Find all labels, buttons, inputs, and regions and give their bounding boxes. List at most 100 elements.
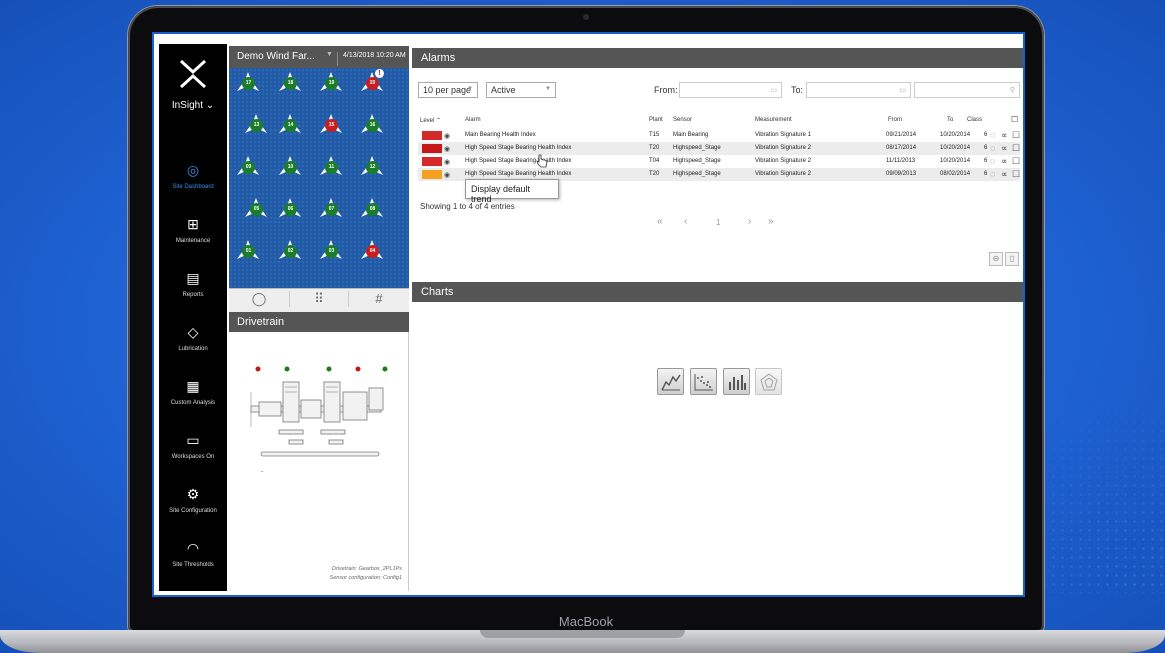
- row-checkbox[interactable]: ☐: [1012, 156, 1020, 167]
- column-level[interactable]: Level ⌃: [420, 117, 441, 124]
- trash-icon[interactable]: ▯: [1005, 252, 1019, 266]
- nav-item-site-configuration[interactable]: ⚙ Site Configuration: [159, 486, 227, 514]
- nav-item-site-dashboard[interactable]: ◎ Site Dashboard: [159, 162, 227, 190]
- comment-icon[interactable]: ◌: [990, 130, 995, 140]
- turbine-marker[interactable]: 20!: [361, 69, 384, 94]
- page-number-1[interactable]: 1: [716, 218, 720, 227]
- turbine-marker[interactable]: 18: [279, 72, 301, 94]
- column-from[interactable]: From: [888, 117, 902, 123]
- page-first-button[interactable]: «: [657, 216, 663, 227]
- calendar-icon[interactable]: ▭: [770, 86, 777, 94]
- from-date-input[interactable]: ▭: [679, 82, 782, 98]
- table-row[interactable]: ◉ Main Bearing Health Index T15 Main Bearin…: [418, 129, 1020, 142]
- turbine-marker[interactable]: 09: [237, 156, 259, 178]
- grid-dots-view-button[interactable]: ⠿: [289, 291, 349, 307]
- nav-item-reports[interactable]: ▤ Reports: [159, 270, 227, 298]
- nav-item-custom-analysis[interactable]: ▦ Custom Analysis: [159, 378, 227, 406]
- column-to[interactable]: To: [947, 117, 953, 123]
- turbine-marker[interactable]: 12: [361, 156, 383, 178]
- drivetrain-title: Drivetrain: [237, 316, 285, 328]
- eye-icon[interactable]: ◉: [444, 145, 450, 153]
- row-checkbox[interactable]: ☐: [1012, 143, 1020, 154]
- eye-icon[interactable]: ◉: [444, 158, 450, 166]
- eye-icon[interactable]: ◉: [444, 132, 450, 140]
- turbine-marker[interactable]: 06: [279, 198, 301, 220]
- turbine-marker[interactable]: 11: [320, 156, 342, 178]
- comment-icon[interactable]: ◌: [990, 143, 995, 153]
- site-name-select[interactable]: Demo Wind Far...: [237, 51, 315, 62]
- share-icon[interactable]: ∝: [1001, 130, 1007, 141]
- status-filter-value: Active: [491, 85, 516, 95]
- comment-icon[interactable]: ◌: [990, 169, 995, 179]
- line-chart-icon[interactable]: [657, 368, 684, 395]
- turbine-marker[interactable]: 05: [245, 198, 267, 220]
- nav-item-site-thresholds[interactable]: ◠ Site Thresholds: [159, 540, 227, 568]
- cell-measurement: Vibration Signature 1: [755, 132, 811, 138]
- turbine-marker[interactable]: 04: [361, 240, 383, 262]
- column-alarm[interactable]: Alarm: [465, 117, 481, 123]
- column-sensor[interactable]: Sensor: [673, 117, 692, 123]
- app-name-menu[interactable]: InSight ⌄: [159, 100, 227, 111]
- turbine-marker[interactable]: 13: [245, 114, 267, 136]
- turbine-id: 12: [366, 161, 379, 174]
- turbine-marker[interactable]: 02: [279, 240, 301, 262]
- share-icon[interactable]: ∝: [1001, 143, 1007, 154]
- eye-icon[interactable]: ◉: [444, 171, 450, 179]
- share-icon[interactable]: ∝: [1001, 169, 1007, 180]
- circle-view-button[interactable]: ◯: [229, 291, 289, 307]
- cell-plant: T15: [649, 132, 660, 138]
- gear-icon: ⚙: [186, 486, 200, 502]
- turbine-marker[interactable]: 10: [279, 156, 301, 178]
- turbine-marker[interactable]: 14: [279, 114, 301, 136]
- alarm-level-badge: [422, 157, 442, 166]
- side-nav: InSight ⌄ ◎ Site Dashboard ⊞ Maintenance ▤ Re…: [159, 44, 227, 591]
- page-last-button[interactable]: »: [768, 216, 774, 227]
- search-icon[interactable]: ⚲: [1010, 86, 1015, 94]
- turbine-id: 20: [366, 77, 379, 90]
- turbine-marker[interactable]: 17: [237, 72, 259, 94]
- cell-sensor: Highspeed_Stage: [673, 158, 721, 164]
- cell-from: 11/11/2013: [886, 158, 916, 164]
- site-panel: Demo Wind Far... ▼ 4/13/2018 10:20 AM 17…: [229, 46, 409, 591]
- radar-chart-icon[interactable]: [755, 368, 782, 395]
- drivetrain-panel: Drivetrain: Gearbox_2PL1Ps Sensor config…: [229, 332, 409, 591]
- per-page-select[interactable]: 10 per page ▼: [418, 82, 478, 98]
- row-checkbox[interactable]: ☐: [1012, 169, 1020, 180]
- comment-icon[interactable]: ◌: [990, 156, 995, 166]
- calendar-icon[interactable]: ▭: [899, 86, 906, 94]
- status-filter-select[interactable]: Active ▼: [486, 82, 556, 98]
- cell-class: 6: [984, 171, 988, 177]
- page-next-button[interactable]: ›: [748, 216, 751, 227]
- column-plant[interactable]: Plant: [649, 117, 663, 123]
- turbine-marker[interactable]: 15: [320, 114, 342, 136]
- row-checkbox[interactable]: ☐: [1012, 130, 1020, 141]
- turbine-id: 06: [284, 203, 297, 216]
- page-prev-button[interactable]: ‹: [684, 216, 687, 227]
- bar-chart-icon[interactable]: [723, 368, 750, 395]
- site-header: Demo Wind Far... ▼ 4/13/2018 10:20 AM: [229, 46, 409, 68]
- nav-item-workspaces-on[interactable]: ▭ Workspaces On: [159, 432, 227, 460]
- alarms-title: Alarms: [421, 52, 456, 64]
- chevron-down-icon[interactable]: ▼: [326, 51, 333, 58]
- share-icon[interactable]: ∝: [1001, 156, 1007, 167]
- column-measurement[interactable]: Measurement: [755, 117, 792, 123]
- select-all-checkbox[interactable]: ☐: [1011, 115, 1018, 124]
- turbine-marker[interactable]: 16: [361, 114, 383, 136]
- nav-item-lubrication[interactable]: ◇ Lubrication: [159, 324, 227, 352]
- turbine-marker[interactable]: 08: [361, 198, 383, 220]
- column-class[interactable]: Class: [967, 117, 982, 123]
- to-date-input[interactable]: ▭: [806, 82, 911, 98]
- turbine-id: 14: [284, 119, 297, 132]
- table-row[interactable]: ◉ High Speed Stage Bearing Health Index T2…: [418, 142, 1020, 155]
- turbine-marker[interactable]: 19: [320, 72, 342, 94]
- scatter-chart-icon[interactable]: [690, 368, 717, 395]
- turbine-marker[interactable]: 07: [320, 198, 342, 220]
- search-input[interactable]: ⚲: [914, 82, 1020, 98]
- turbine-marker[interactable]: 03: [320, 240, 342, 262]
- hash-grid-view-button[interactable]: #: [349, 291, 409, 306]
- turbine-marker[interactable]: 01: [237, 240, 259, 262]
- link-icon[interactable]: ⊖: [989, 252, 1003, 266]
- nav-item-maintenance[interactable]: ⊞ Maintenance: [159, 216, 227, 244]
- nav-item-label: Lubrication: [178, 346, 208, 352]
- table-row[interactable]: ◉ High Speed Stage Bearing Health Index T0…: [418, 155, 1020, 168]
